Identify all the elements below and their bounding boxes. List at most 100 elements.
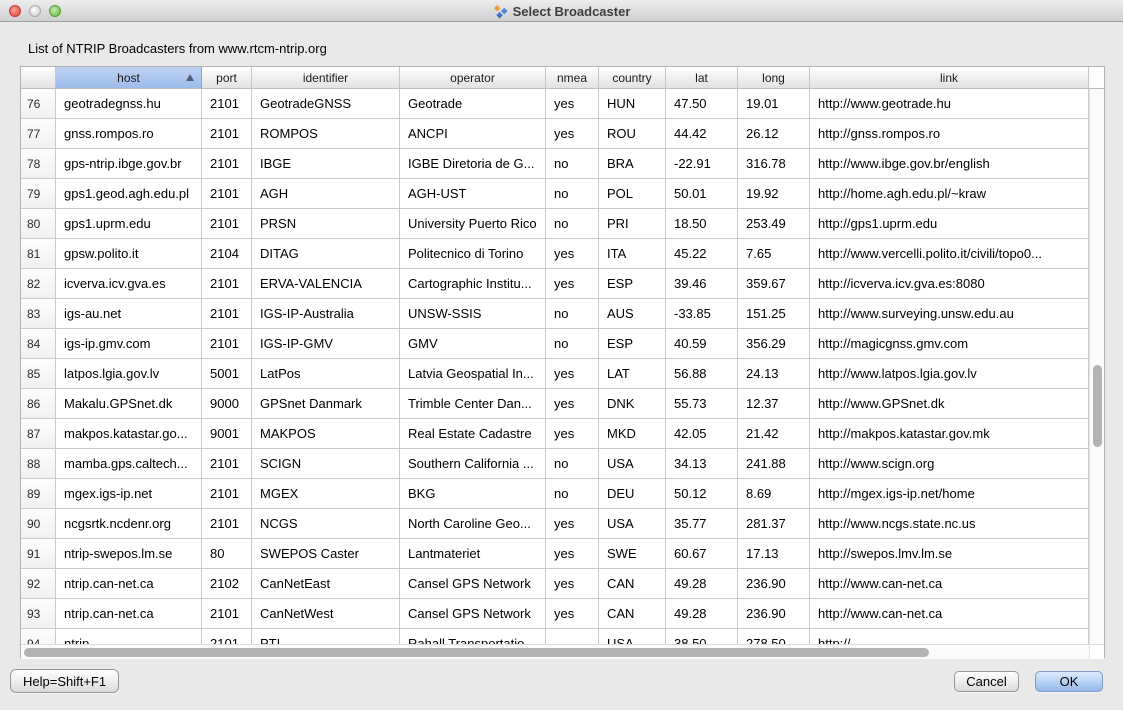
horizontal-scrollbar-thumb[interactable] <box>24 648 929 657</box>
cell-nmea: no <box>546 329 599 359</box>
row-number-cell: 89 <box>21 479 56 509</box>
table-row[interactable]: 85latpos.lgia.gov.lv5001LatPosLatvia Geo… <box>21 359 1089 389</box>
table-row[interactable]: 82icverva.icv.gva.es2101ERVA-VALENCIACar… <box>21 269 1089 299</box>
table-row[interactable]: 93ntrip.can-net.ca2101CanNetWestCansel G… <box>21 599 1089 629</box>
cell-country: BRA <box>599 149 666 179</box>
cell-nmea <box>546 629 599 644</box>
cell-host: igs-au.net <box>56 299 202 329</box>
cell-port: 2101 <box>202 149 252 179</box>
cell-nmea: yes <box>546 119 599 149</box>
column-header-label: lat <box>695 71 708 85</box>
column-header-link[interactable]: link <box>810 67 1089 89</box>
column-header-nmea[interactable]: nmea <box>546 67 599 89</box>
cell-operator: Lantmateriet <box>400 539 546 569</box>
cell-long: 7.65 <box>738 239 810 269</box>
column-header-host[interactable]: host <box>56 67 202 89</box>
table-row[interactable]: 80gps1.uprm.edu2101PRSNUniversity Puerto… <box>21 209 1089 239</box>
column-header-lat[interactable]: lat <box>666 67 738 89</box>
table-row[interactable]: 92ntrip.can-net.ca2102CanNetEastCansel G… <box>21 569 1089 599</box>
table-row[interactable]: 84igs-ip.gmv.com2101IGS-IP-GMVGMVnoESP40… <box>21 329 1089 359</box>
row-number-cell: 78 <box>21 149 56 179</box>
horizontal-scrollbar[interactable] <box>21 645 1089 659</box>
cell-country: ROU <box>599 119 666 149</box>
cell-long: 19.92 <box>738 179 810 209</box>
table-row[interactable]: 78gps-ntrip.ibge.gov.br2101IBGEIGBE Dire… <box>21 149 1089 179</box>
cell-operator: Latvia Geospatial In... <box>400 359 546 389</box>
table-row[interactable]: 81gpsw.polito.it2104DITAGPolitecnico di … <box>21 239 1089 269</box>
cell-country: POL <box>599 179 666 209</box>
help-button[interactable]: Help=Shift+F1 <box>10 669 119 693</box>
select-broadcaster-dialog: Select Broadcaster List of NTRIP Broadca… <box>0 0 1123 710</box>
cell-country: MKD <box>599 419 666 449</box>
cell-identifier: SWEPOS Caster <box>252 539 400 569</box>
column-header-label: operator <box>450 71 495 85</box>
cell-operator: Cartographic Institu... <box>400 269 546 299</box>
cell-nmea: no <box>546 449 599 479</box>
column-header-label: country <box>612 71 651 85</box>
row-number-cell: 87 <box>21 419 56 449</box>
vertical-scrollbar-thumb[interactable] <box>1093 365 1102 447</box>
cell-operator: Trimble Center Dan... <box>400 389 546 419</box>
close-button[interactable] <box>9 5 21 17</box>
zoom-button[interactable] <box>49 5 61 17</box>
cell-country: ESP <box>599 329 666 359</box>
cell-long: 21.42 <box>738 419 810 449</box>
cell-host: makpos.katastar.go... <box>56 419 202 449</box>
table-row[interactable]: 87makpos.katastar.go...9001MAKPOSReal Es… <box>21 419 1089 449</box>
cell-link: http://swepos.lmv.lm.se <box>810 539 1089 569</box>
cell-lat: 60.67 <box>666 539 738 569</box>
row-number-cell: 83 <box>21 299 56 329</box>
table-row[interactable]: 89mgex.igs-ip.net2101MGEXBKGnoDEU50.128.… <box>21 479 1089 509</box>
cell-identifier: CanNetWest <box>252 599 400 629</box>
cell-identifier: IGS-IP-Australia <box>252 299 400 329</box>
cell-link: http://mgex.igs-ip.net/home <box>810 479 1089 509</box>
vertical-scrollbar[interactable] <box>1089 89 1104 644</box>
cell-lat: 47.50 <box>666 89 738 119</box>
table-body: 76geotradegnss.hu2101GeotradeGNSSGeotrad… <box>21 89 1104 644</box>
column-header-identifier[interactable]: identifier <box>252 67 400 89</box>
cell-long: 359.67 <box>738 269 810 299</box>
cell-long: 241.88 <box>738 449 810 479</box>
title-bar[interactable]: Select Broadcaster <box>0 0 1123 22</box>
minimize-button[interactable] <box>29 5 41 17</box>
table-row[interactable]: 94ntrip...2101PTI...Rahall Transportatio… <box>21 629 1089 644</box>
column-header-long[interactable]: long <box>738 67 810 89</box>
row-number-cell: 92 <box>21 569 56 599</box>
ok-button[interactable]: OK <box>1035 671 1103 692</box>
cancel-button[interactable]: Cancel <box>954 671 1019 692</box>
title-area: Select Broadcaster <box>0 0 1123 22</box>
table-row[interactable]: 88mamba.gps.caltech...2101SCIGNSouthern … <box>21 449 1089 479</box>
table-row[interactable]: 86Makalu.GPSnet.dk9000GPSnet DanmarkTrim… <box>21 389 1089 419</box>
cell-port: 9000 <box>202 389 252 419</box>
table-row[interactable]: 79gps1.geod.agh.edu.pl2101AGHAGH-USTnoPO… <box>21 179 1089 209</box>
cell-nmea: yes <box>546 419 599 449</box>
table-row[interactable]: 91ntrip-swepos.lm.se80SWEPOS CasterLantm… <box>21 539 1089 569</box>
cell-long: 17.13 <box>738 539 810 569</box>
cell-host: ntrip.can-net.ca <box>56 599 202 629</box>
cell-port: 2101 <box>202 179 252 209</box>
row-number-cell: 94 <box>21 629 56 644</box>
column-header-country[interactable]: country <box>599 67 666 89</box>
table-row[interactable]: 90ncgsrtk.ncdenr.org2101NCGSNorth Caroli… <box>21 509 1089 539</box>
cell-link: http://magicgnss.gmv.com <box>810 329 1089 359</box>
cell-lat: 39.46 <box>666 269 738 299</box>
cell-link: http://makpos.katastar.gov.mk <box>810 419 1089 449</box>
table-rows: 76geotradegnss.hu2101GeotradeGNSSGeotrad… <box>21 89 1089 644</box>
table-row[interactable]: 76geotradegnss.hu2101GeotradeGNSSGeotrad… <box>21 89 1089 119</box>
cell-identifier: IGS-IP-GMV <box>252 329 400 359</box>
row-number-cell: 90 <box>21 509 56 539</box>
column-header-num[interactable] <box>21 67 56 89</box>
row-number-cell: 85 <box>21 359 56 389</box>
cell-host: ntrip... <box>56 629 202 644</box>
cell-host: latpos.lgia.gov.lv <box>56 359 202 389</box>
column-header-port[interactable]: port <box>202 67 252 89</box>
column-header-label: identifier <box>303 71 348 85</box>
table-row[interactable]: 83igs-au.net2101IGS-IP-AustraliaUNSW-SSI… <box>21 299 1089 329</box>
column-header-operator[interactable]: operator <box>400 67 546 89</box>
cell-identifier: PTI... <box>252 629 400 644</box>
cell-nmea: yes <box>546 509 599 539</box>
cell-port: 2101 <box>202 479 252 509</box>
cell-lat: 50.01 <box>666 179 738 209</box>
cell-link: http://www.can-net.ca <box>810 599 1089 629</box>
table-row[interactable]: 77gnss.rompos.ro2101ROMPOSANCPIyesROU44.… <box>21 119 1089 149</box>
